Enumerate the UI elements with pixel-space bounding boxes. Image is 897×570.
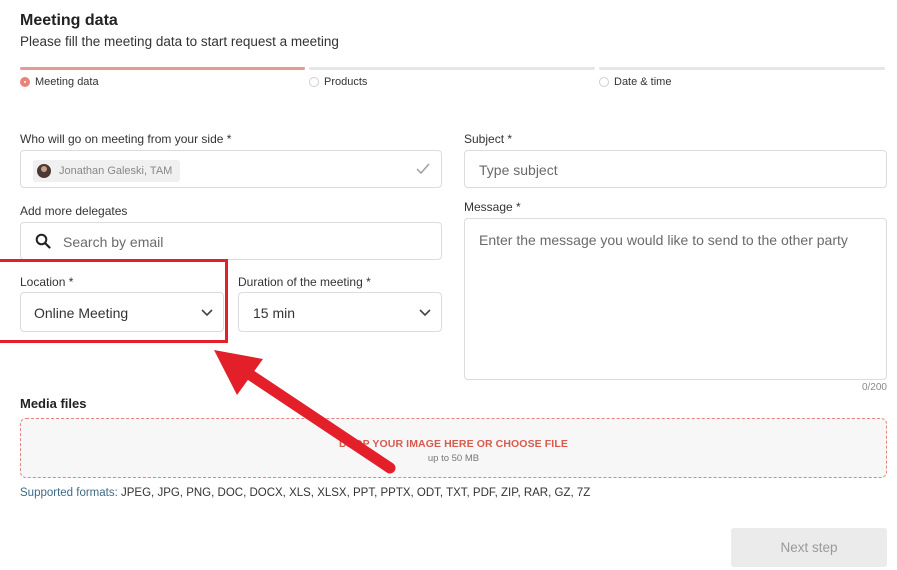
avatar xyxy=(37,164,51,178)
step-label: Meeting data xyxy=(35,76,99,88)
location-value: Online Meeting xyxy=(34,305,129,321)
step-inactive-icon xyxy=(599,77,609,87)
file-dropzone[interactable]: DROP YOUR IMAGE HERE OR CHOOSE FILE up t… xyxy=(20,418,887,478)
delegate-chip: Jonathan Galeski, TAM xyxy=(33,160,181,182)
duration-value: 15 min xyxy=(253,305,296,321)
step-date-time[interactable]: Date & time xyxy=(599,76,671,88)
formats-label: Supported formats: xyxy=(20,487,118,499)
chevron-down-icon xyxy=(201,309,213,317)
formats-list: JPEG, JPG, PNG, DOC, DOCX, XLS, XLSX, PP… xyxy=(121,487,591,499)
step-meeting-data[interactable]: Meeting data xyxy=(20,76,99,88)
page-subtitle: Please fill the meeting data to start re… xyxy=(20,34,339,49)
step-active-icon xyxy=(20,77,30,87)
subject-input[interactable]: Type subject xyxy=(464,150,887,188)
who-label: Who will go on meeting from your side * xyxy=(20,132,232,146)
step-label: Products xyxy=(324,76,368,88)
chevron-down-icon xyxy=(419,309,431,317)
subject-label: Subject * xyxy=(464,132,513,146)
search-input[interactable]: Search by email xyxy=(63,234,163,250)
delegates-label: Add more delegates xyxy=(20,204,128,218)
duration-select[interactable]: 15 min xyxy=(238,292,442,332)
media-files-label: Media files xyxy=(20,396,87,411)
step-progress-products xyxy=(309,67,595,70)
duration-label: Duration of the meeting * xyxy=(238,275,371,289)
delegate-name: Jonathan Galeski, TAM xyxy=(59,165,173,177)
step-progress-meeting-data xyxy=(20,67,305,70)
supported-formats: Supported formats: JPEG, JPG, PNG, DOC, … xyxy=(20,487,590,499)
annotation-arrow-icon xyxy=(214,350,396,474)
message-textarea[interactable]: Enter the message you would like to send… xyxy=(464,218,887,380)
step-products[interactable]: Products xyxy=(309,76,367,88)
dropzone-size-limit: up to 50 MB xyxy=(427,453,480,464)
who-field[interactable]: Jonathan Galeski, TAM xyxy=(20,150,442,188)
subject-placeholder: Type subject xyxy=(479,162,558,178)
search-icon xyxy=(35,233,51,249)
step-label: Date & time xyxy=(614,76,672,88)
location-select[interactable]: Online Meeting xyxy=(20,292,224,332)
dropzone-text: DROP YOUR IMAGE HERE OR CHOOSE FILE xyxy=(339,438,568,450)
step-inactive-icon xyxy=(309,77,319,87)
message-counter: 0/200 xyxy=(861,382,887,393)
delegates-search[interactable]: Search by email xyxy=(20,222,442,260)
page-title: Meeting data xyxy=(20,12,118,29)
location-label: Location * xyxy=(20,275,74,289)
checkmark-icon xyxy=(416,163,430,175)
next-step-button[interactable]: Next step xyxy=(731,528,887,567)
message-label: Message * xyxy=(464,200,521,214)
message-placeholder: Enter the message you would like to send… xyxy=(479,232,848,248)
step-progress-date-time xyxy=(599,67,885,70)
